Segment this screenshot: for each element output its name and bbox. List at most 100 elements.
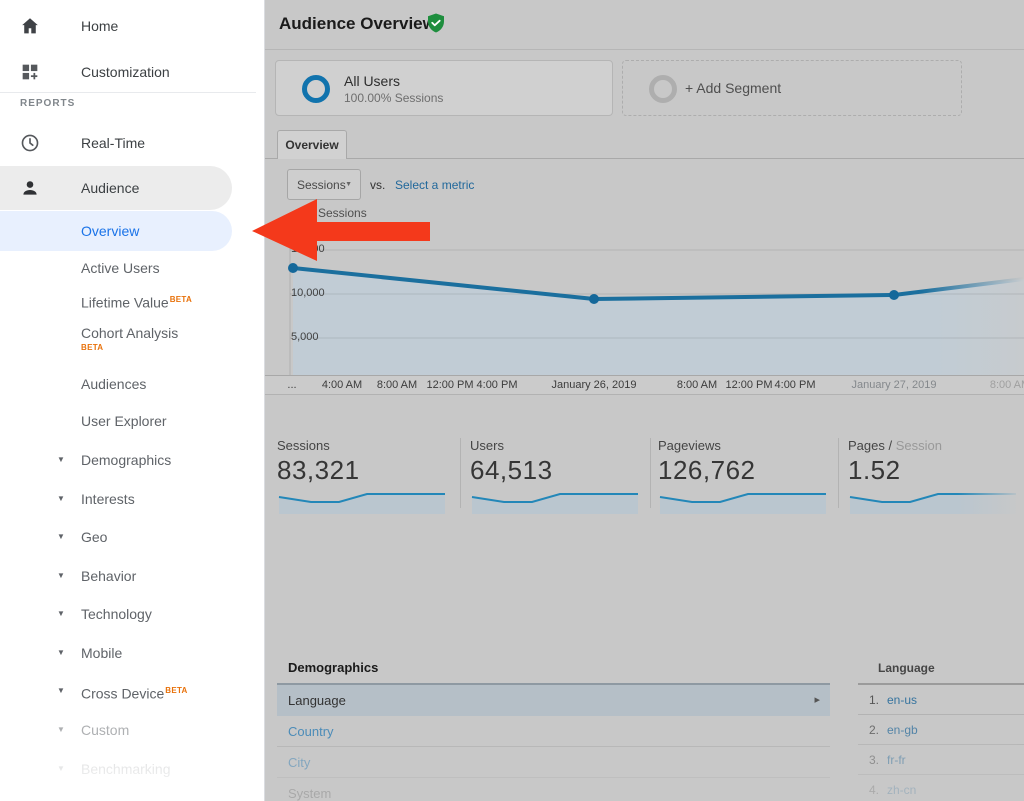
sidebar-item-cross-device[interactable]: ▼ Cross DeviceBETA: [0, 676, 256, 706]
rank: 3.: [859, 745, 879, 775]
chevron-down-icon: ▼: [57, 754, 65, 784]
chevron-down-icon: ▼: [57, 484, 65, 514]
sidebar: Home Customization REPORTS Real-Time Au: [0, 0, 265, 801]
sidebar-item-realtime[interactable]: Real-Time: [0, 128, 256, 158]
chevron-down-icon: ▼: [57, 522, 65, 552]
sparkline: [277, 489, 447, 515]
metric-card-pageviews[interactable]: Pageviews 126,762: [658, 438, 838, 515]
metric-card-users[interactable]: Users 64,513: [470, 438, 650, 515]
metric-divider: [460, 438, 461, 508]
language-row: 3. fr-fr: [858, 745, 1024, 775]
language-row: 2. en-gb: [858, 715, 1024, 745]
sidebar-item-audience[interactable]: Audience: [0, 166, 232, 210]
metric-card-sessions[interactable]: Sessions 83,321: [277, 438, 457, 515]
sidebar-item-geo[interactable]: ▼ Geo: [0, 522, 256, 552]
demographics-dimension-list: Language ▸ Country City System: [277, 683, 830, 801]
main-content: Audience Overview All Users 100.00% Sess…: [265, 0, 1024, 801]
sidebar-item-active-users[interactable]: Active Users: [0, 253, 256, 283]
language-row: 1. en-us: [858, 685, 1024, 715]
sidebar-item-audiences[interactable]: Audiences: [0, 369, 256, 399]
screen: Home Customization REPORTS Real-Time Au: [0, 0, 1024, 801]
clock-icon: [19, 132, 41, 154]
sidebar-item-label: Mobile: [81, 638, 122, 668]
dimension-row-language[interactable]: Language ▸: [277, 685, 830, 716]
sidebar-item-label: Interests: [81, 484, 135, 514]
sidebar-item-behavior[interactable]: ▼ Behavior: [0, 561, 256, 591]
select-metric-link[interactable]: Select a metric: [395, 178, 474, 192]
sidebar-item-label: Behavior: [81, 561, 136, 591]
segment-ring-icon: [302, 75, 330, 103]
sidebar-item-demographics[interactable]: ▼ Demographics: [0, 445, 256, 475]
x-tick: 12:00 PM: [725, 379, 772, 391]
sidebar-item-lifetime-value[interactable]: Lifetime ValueBETA: [0, 285, 256, 315]
language-value[interactable]: en-gb: [887, 715, 918, 745]
rank: 4.: [859, 775, 879, 801]
right-edge-fade: [958, 438, 1024, 526]
chart-x-axis: ... 4:00 AM 8:00 AM 12:00 PM 4:00 PM Jan…: [265, 375, 1024, 395]
sidebar-item-label: Demographics: [81, 445, 171, 475]
sidebar-item-label: Benchmarking: [81, 754, 171, 784]
x-tick: 12:00 PM: [426, 379, 473, 391]
tab-overview[interactable]: Overview: [277, 130, 347, 159]
rank: 2.: [859, 715, 879, 745]
sidebar-item-label: Technology: [81, 599, 152, 629]
sidebar-item-user-explorer[interactable]: User Explorer: [0, 406, 256, 436]
metric-selector-dropdown[interactable]: Sessions ▼: [287, 169, 361, 200]
sidebar-item-label: Cohort Analysis: [81, 323, 178, 343]
segment-detail: 100.00% Sessions: [344, 91, 443, 105]
demographics-title: Demographics: [288, 660, 378, 675]
chart-canvas: [265, 245, 1024, 376]
x-tick: ...: [287, 379, 296, 391]
sidebar-item-label: Overview: [81, 211, 139, 251]
sparkline: [658, 489, 828, 515]
language-row: 4. zh-cn: [858, 775, 1024, 801]
x-tick: 4:00 PM: [775, 379, 816, 391]
y-tick-5000: 5,000: [291, 331, 319, 343]
sidebar-item-customization[interactable]: Customization: [0, 57, 256, 87]
vs-label: vs.: [370, 178, 385, 192]
metric-divider: [650, 438, 651, 508]
demographics-section: Demographics Language ▸ Country City Sys…: [265, 655, 1024, 801]
x-tick: 4:00 PM: [477, 379, 518, 391]
chevron-down-icon: ▼: [57, 638, 65, 668]
language-value[interactable]: fr-fr: [887, 745, 906, 775]
metric-divider: [838, 438, 839, 508]
metric-label: Sessions: [277, 438, 457, 453]
sidebar-item-label: Customization: [81, 57, 170, 87]
tab-divider: [265, 158, 1024, 159]
x-tick: 4:00 AM: [322, 379, 362, 391]
sparkline: [470, 489, 640, 515]
sidebar-item-mobile[interactable]: ▼ Mobile: [0, 638, 256, 668]
chart-legend-sessions: Sessions: [318, 206, 367, 220]
metric-label: Users: [470, 438, 650, 453]
metric-label: Pageviews: [658, 438, 838, 453]
sidebar-item-home[interactable]: Home: [0, 11, 256, 41]
language-value[interactable]: en-us: [887, 685, 917, 715]
segment-all-users[interactable]: All Users 100.00% Sessions: [275, 60, 613, 116]
chevron-down-icon: ▼: [57, 599, 65, 629]
sidebar-item-interests[interactable]: ▼ Interests: [0, 484, 256, 514]
metric-value: 126,762: [658, 455, 838, 486]
home-icon: [19, 15, 41, 37]
sidebar-item-benchmarking[interactable]: ▼ Benchmarking: [0, 754, 256, 784]
add-segment-button[interactable]: + Add Segment: [622, 60, 962, 116]
sidebar-item-overview[interactable]: Overview: [0, 211, 232, 251]
sidebar-item-technology[interactable]: ▼ Technology: [0, 599, 256, 629]
sidebar-item-label: Real-Time: [81, 128, 145, 158]
dimension-row-country[interactable]: Country: [277, 716, 830, 747]
add-segment-ring-icon: [649, 75, 677, 103]
dimension-row-system[interactable]: System: [277, 778, 830, 801]
sidebar-item-custom[interactable]: ▼ Custom: [0, 715, 256, 745]
language-value[interactable]: zh-cn: [887, 775, 916, 801]
segment-name: All Users: [344, 73, 400, 89]
dimension-row-city[interactable]: City: [277, 747, 830, 778]
metric-card-pages-per-session[interactable]: Pages / Session 1.52: [848, 438, 1024, 515]
beta-badge: BETA: [170, 295, 192, 304]
page-title: Audience Overview: [279, 14, 436, 34]
y-tick-10000: 10,000: [291, 287, 325, 299]
sidebar-item-cohort-analysis[interactable]: Cohort Analysis BETA: [0, 318, 256, 362]
dimension-label: Language: [288, 693, 346, 708]
sidebar-item-label: Audiences: [81, 369, 146, 399]
dropdown-caret-icon: ▼: [345, 181, 352, 188]
row-expand-arrow-icon: ▸: [814, 685, 820, 716]
